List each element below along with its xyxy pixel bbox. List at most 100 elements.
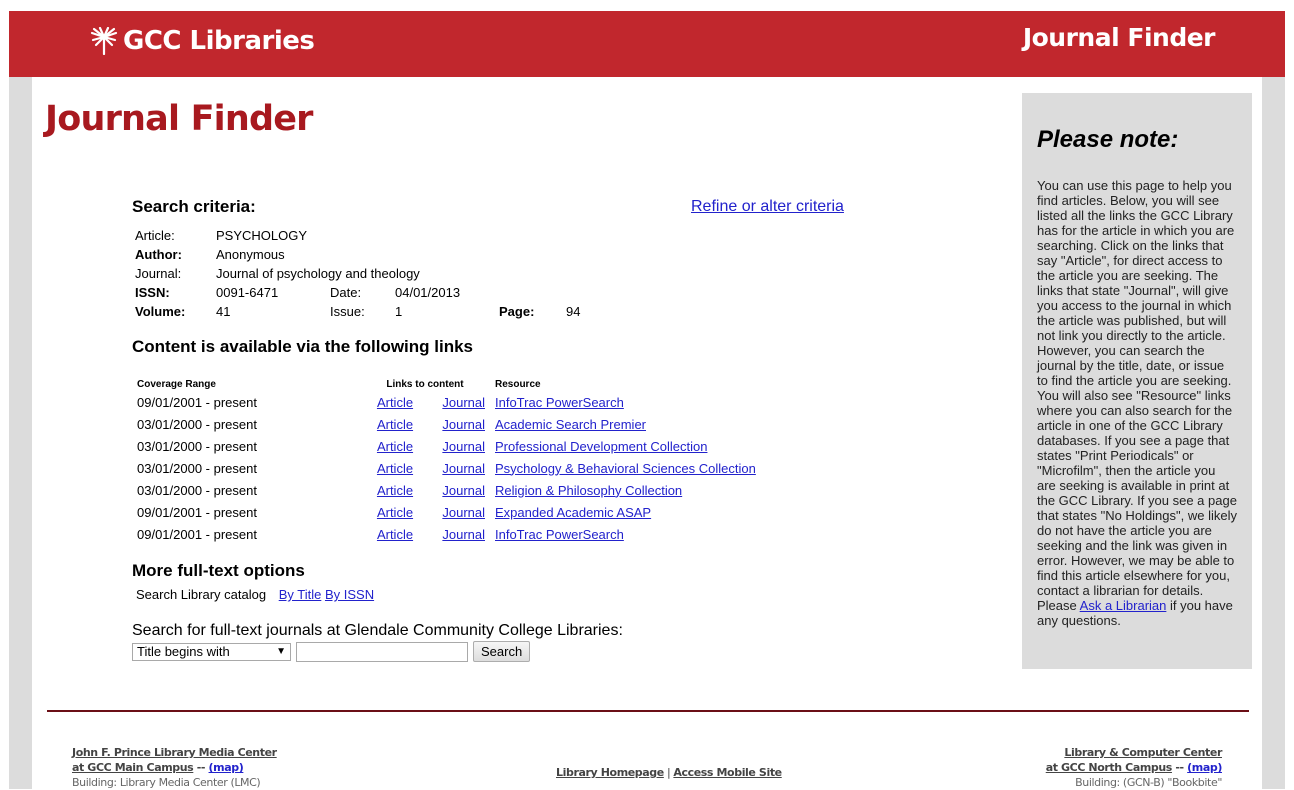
resource-link[interactable]: Psychology & Behavioral Sciences Collect… <box>495 461 756 476</box>
note-title: Please note: <box>1037 126 1179 153</box>
journal-link[interactable]: Journal <box>442 395 485 410</box>
north-campus-library-link[interactable]: Library & Computer Center <box>1064 746 1222 759</box>
criteria-row-journal: Journal: Journal of psychology and theol… <box>132 264 583 283</box>
north-campus-map-link[interactable]: (map) <box>1187 761 1222 774</box>
criteria-row-volume: Volume: 41 Issue: 1 Page: 94 <box>132 302 583 321</box>
content-links-table: Coverage Range Links to content Resource… <box>132 377 761 545</box>
article-link[interactable]: Article <box>377 461 413 476</box>
journal-search-input[interactable] <box>296 641 468 662</box>
logo-text: GCC Libraries <box>123 26 315 56</box>
journal-link[interactable]: Journal <box>442 417 485 432</box>
site-header: GCC Libraries Journal Finder <box>9 11 1285 77</box>
fulltext-search-label: Search for full-text journals at Glendal… <box>132 622 623 639</box>
journal-label: Journal: <box>135 266 182 281</box>
volume-label: Volume: <box>135 304 186 319</box>
link-row: 09/01/2001 - present Article Journal InfoTr… <box>132 391 761 413</box>
footer-main-campus: John F. Prince Library Media Center at G… <box>72 745 277 790</box>
note-body: You can use this page to help you find a… <box>1037 178 1237 628</box>
library-homepage-link[interactable]: Library Homepage <box>556 766 664 779</box>
date-value: 04/01/2013 <box>395 285 461 300</box>
resource-link[interactable]: Academic Search Premier <box>495 417 646 432</box>
content-area: Journal Finder Search criteria: Refine o… <box>32 77 1262 789</box>
article-link[interactable]: Article <box>377 483 413 498</box>
page-frame: Journal Finder Search criteria: Refine o… <box>9 77 1285 789</box>
criteria-row-author: Author: Anonymous <box>132 245 583 264</box>
main-campus-map-link[interactable]: (map) <box>209 761 244 774</box>
dropdown-arrow-icon: ▼ <box>276 646 286 657</box>
journal-link[interactable]: Journal <box>442 505 485 520</box>
link-row: 03/01/2000 - present Article Journal Religi… <box>132 479 761 501</box>
main-column: Search criteria: Refine or alter criteri… <box>132 197 852 662</box>
coverage-range: 03/01/2000 - present <box>137 460 257 476</box>
footer-center-links: Library Homepage | Access Mobile Site <box>556 766 782 779</box>
fulltext-search-form: Title begins with ▼ Search <box>132 641 852 662</box>
ask-a-librarian-link[interactable]: Ask a Librarian <box>1080 598 1167 613</box>
main-campus-link[interactable]: at GCC Main Campus <box>72 761 194 774</box>
date-label: Date: <box>330 285 362 300</box>
mobile-site-link[interactable]: Access Mobile Site <box>673 766 782 779</box>
journal-link[interactable]: Journal <box>442 527 485 542</box>
volume-value: 41 <box>216 304 231 319</box>
north-campus-building: Building: (GCN-B) "Bookbite" <box>1075 776 1222 789</box>
content-links-heading: Content is available via the following l… <box>132 337 474 356</box>
main-campus-building: Building: Library Media Center (LMC) <box>72 776 261 789</box>
search-button[interactable]: Search <box>473 641 531 662</box>
north-campus-link[interactable]: at GCC North Campus <box>1046 761 1173 774</box>
criteria-row-article: Article: PSYCHOLOGY <box>132 226 583 245</box>
link-row: 03/01/2000 - present Article Journal Psycho… <box>132 457 761 479</box>
header-title: Journal Finder <box>1022 23 1216 52</box>
coverage-range: 03/01/2000 - present <box>137 482 257 498</box>
gcc-libraries-logo[interactable]: GCC Libraries <box>89 21 315 61</box>
link-row: 03/01/2000 - present Article Journal Academ… <box>132 413 761 435</box>
resource-column-header: Resource <box>495 378 541 390</box>
resource-link[interactable]: Professional Development Collection <box>495 439 707 454</box>
resource-link[interactable]: Religion & Philosophy Collection <box>495 483 682 498</box>
journal-link[interactable]: Journal <box>442 483 485 498</box>
page-label: Page: <box>499 304 535 319</box>
main-campus-library-link[interactable]: John F. Prince Library Media Center <box>72 746 277 759</box>
footer-divider <box>47 710 1249 712</box>
author-label: Author: <box>135 247 182 262</box>
search-criteria-table: Article: PSYCHOLOGY Author: Anonymous Jo… <box>132 226 583 321</box>
coverage-range: 09/01/2001 - present <box>137 504 257 520</box>
refine-criteria-link[interactable]: Refine or alter criteria <box>691 198 844 216</box>
footer-north-campus: Library & Computer Center at GCC North C… <box>1046 745 1223 790</box>
article-link[interactable]: Article <box>377 505 413 520</box>
article-link[interactable]: Article <box>377 417 413 432</box>
link-row: 09/01/2001 - present Article Journal InfoTr… <box>132 523 761 545</box>
criteria-row-issn: ISSN: 0091-6471 Date: 04/01/2013 <box>132 283 583 302</box>
main-campus-separator: -- <box>196 761 206 774</box>
search-type-value: Title begins with <box>137 644 230 659</box>
issue-label: Issue: <box>330 304 365 319</box>
journal-link[interactable]: Journal <box>442 439 485 454</box>
author-value: Anonymous <box>216 247 285 262</box>
page-value: 94 <box>566 304 581 319</box>
article-value: PSYCHOLOGY <box>216 228 308 243</box>
please-note-sidebar: Please note: You can use this page to he… <box>1022 93 1252 669</box>
coverage-range: 09/01/2001 - present <box>137 526 257 542</box>
catalog-by-title-link[interactable]: By Title <box>279 587 322 602</box>
article-label: Article: <box>135 228 175 243</box>
link-row: 03/01/2000 - present Article Journal Profes… <box>132 435 761 457</box>
issue-value: 1 <box>395 304 403 319</box>
coverage-range: 09/01/2001 - present <box>137 394 257 410</box>
more-options-heading: More full-text options <box>132 561 305 580</box>
links-header-row: Coverage Range Links to content Resource <box>132 377 761 391</box>
issn-label: ISSN: <box>135 285 170 300</box>
coverage-column-header: Coverage Range <box>137 378 216 390</box>
article-link[interactable]: Article <box>377 395 413 410</box>
link-row: 09/01/2001 - present Article Journal Expand… <box>132 501 761 523</box>
issn-value: 0091-6471 <box>216 285 279 300</box>
resource-link[interactable]: Expanded Academic ASAP <box>495 505 651 520</box>
coverage-range: 03/01/2000 - present <box>137 438 257 454</box>
article-link[interactable]: Article <box>377 439 413 454</box>
journal-link[interactable]: Journal <box>442 461 485 476</box>
resource-link[interactable]: InfoTrac PowerSearch <box>495 395 624 410</box>
links-column-header: Links to content <box>386 378 464 390</box>
search-type-select[interactable]: Title begins with ▼ <box>132 642 291 661</box>
resource-link[interactable]: InfoTrac PowerSearch <box>495 527 624 542</box>
catalog-by-issn-link[interactable]: By ISSN <box>325 587 374 602</box>
article-link[interactable]: Article <box>377 527 413 542</box>
note-text: You can use this page to help you find a… <box>1037 178 1237 613</box>
footer-separator: | <box>666 766 671 779</box>
